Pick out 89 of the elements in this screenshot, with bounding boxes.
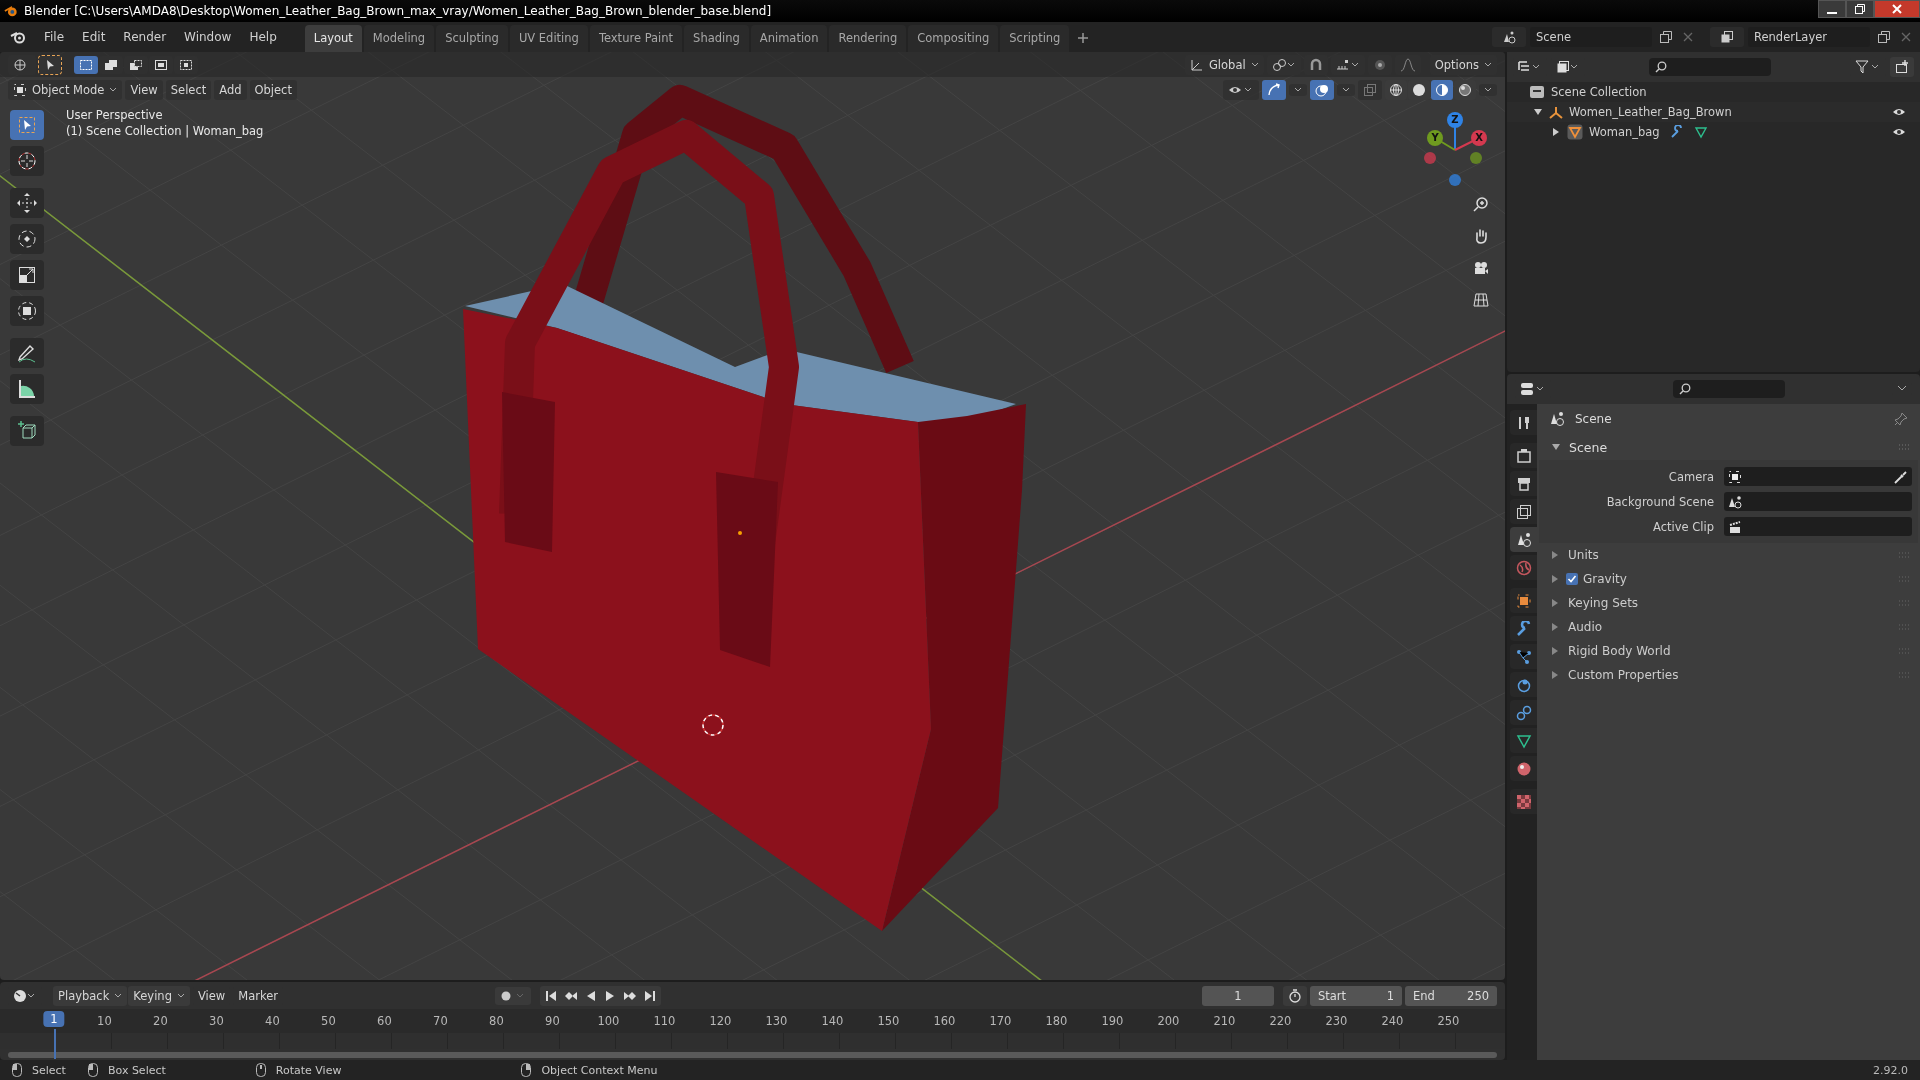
frame-number: 70: [433, 1014, 448, 1028]
field-label: Active Clip: [1652, 519, 1714, 534]
workspace-tab[interactable]: Texture Paint: [589, 25, 683, 52]
viewport-menu[interactable]: Select: [165, 79, 212, 100]
frame-number: 160: [933, 1014, 956, 1028]
frame-number: 180: [1045, 1014, 1068, 1028]
timeline-menu[interactable]: Keying: [128, 985, 190, 1006]
version-text: 2.92.0: [1873, 1063, 1908, 1077]
viewport-menu[interactable]: Object: [249, 79, 297, 100]
panel-title: Gravity: [1583, 572, 1627, 586]
frame-number: 150: [877, 1014, 900, 1028]
frame-number: 130: [765, 1014, 788, 1028]
workspace-tab[interactable]: Sculpting: [436, 25, 508, 52]
field-label: Background Scene: [1605, 494, 1714, 509]
window-title: Blender [C:\Users\AMDA8\Desktop\Women_Leather_Bag_Brown_max_vray/Women_Leather_Bag_Brown_blender_base.blend]: [24, 4, 772, 18]
playhead[interactable]: 1: [43, 1011, 65, 1027]
timeline-menu[interactable]: Playback: [53, 985, 128, 1006]
axis-label-dot[interactable]: Z: [1447, 112, 1463, 128]
frame-number: 30: [209, 1014, 224, 1028]
frame-number: 220: [1269, 1014, 1292, 1028]
collection-name[interactable]: Scene Collection: [1551, 85, 1647, 99]
frame-number: 20: [153, 1014, 168, 1028]
menu-item[interactable]: File: [36, 27, 73, 47]
workspace-tab[interactable]: Scripting: [1000, 25, 1070, 52]
workspace-tab[interactable]: Animation: [750, 25, 828, 52]
workspace-tab[interactable]: Shading: [684, 25, 749, 52]
frame-number: 190: [1101, 1014, 1124, 1028]
workspace-tab[interactable]: Compositing: [908, 25, 999, 52]
panel-title: Rigid Body World: [1568, 644, 1671, 658]
frame-number: 80: [489, 1014, 504, 1028]
view-layer-name-field[interactable]: RenderLayer: [1748, 27, 1870, 47]
panel-header[interactable]: Scene: [1539, 434, 1918, 460]
object-name[interactable]: Women_Leather_Bag_Brown: [1569, 105, 1732, 119]
frame-number: 230: [1325, 1014, 1348, 1028]
panel-title: Units: [1568, 548, 1599, 562]
field-label: End: [1413, 988, 1435, 1003]
field-label: Camera: [1667, 469, 1714, 484]
menu-item[interactable]: Edit: [74, 27, 114, 47]
collapsed-panel-header[interactable]: Rigid Body World: [1539, 639, 1918, 663]
menu-item[interactable]: Window: [176, 27, 240, 47]
menu-item[interactable]: Help: [241, 27, 285, 47]
frame-number: 120: [709, 1014, 732, 1028]
collapsed-panel-header[interactable]: Audio: [1539, 615, 1918, 639]
viewport-info-text: User Perspective: [66, 108, 164, 122]
viewport-info-text: (1) Scene Collection | Woman_bag: [66, 124, 264, 138]
frame-number: 170: [989, 1014, 1012, 1028]
shortcut-hint: Object Context Menu: [541, 1063, 658, 1077]
frame-number: 100: [597, 1014, 620, 1028]
frame-number: 50: [321, 1014, 336, 1028]
collapsed-panel-header[interactable]: Gravity: [1539, 567, 1918, 591]
current-frame-field[interactable]: 1: [1202, 985, 1274, 1006]
menu-item[interactable]: Render: [115, 27, 175, 47]
frame-number: 250: [1437, 1014, 1460, 1028]
workspace-tab[interactable]: UV Editing: [509, 25, 588, 52]
mode-dropdown[interactable]: Object Mode: [8, 79, 123, 100]
workspace-tab[interactable]: Modeling: [363, 25, 435, 52]
shortcut-hint: Rotate View: [275, 1063, 342, 1077]
field-label: Start: [1318, 988, 1347, 1003]
shortcut-hint: Box Select: [107, 1063, 166, 1077]
frame-number: 60: [377, 1014, 392, 1028]
context-title: Scene: [1575, 412, 1612, 426]
panel-title: Custom Properties: [1568, 668, 1679, 682]
collapsed-panel-header[interactable]: Units: [1539, 543, 1918, 567]
frame-number: 10: [97, 1014, 112, 1028]
start-frame-field[interactable]: Start 1: [1310, 985, 1402, 1006]
panel-title: Scene: [1569, 439, 1608, 455]
frame-number: 90: [545, 1014, 560, 1028]
workspace-tab[interactable]: Rendering: [829, 25, 907, 52]
panel-title: Audio: [1568, 620, 1603, 634]
viewport-menu[interactable]: View: [125, 79, 163, 100]
frame-number: 140: [821, 1014, 844, 1028]
field-value: 250: [1467, 988, 1489, 1003]
viewport-menu[interactable]: Add: [214, 79, 247, 100]
collapsed-panel-header[interactable]: Keying Sets: [1539, 591, 1918, 615]
field-value: 1: [1386, 988, 1394, 1003]
frame-number: 210: [1213, 1014, 1236, 1028]
frame-number: 110: [653, 1014, 676, 1028]
shortcut-hint: Select: [32, 1063, 66, 1077]
scene-name-field[interactable]: Scene: [1530, 27, 1652, 47]
workspace-tab[interactable]: Layout: [304, 25, 362, 52]
frame-number: 200: [1157, 1014, 1180, 1028]
panel-title: Keying Sets: [1568, 596, 1639, 610]
collapsed-panel-header[interactable]: Custom Properties: [1539, 663, 1918, 687]
end-frame-field[interactable]: End 250: [1405, 985, 1497, 1006]
frame-number: 240: [1381, 1014, 1404, 1028]
axis-label-dot[interactable]: Y: [1427, 130, 1443, 146]
frame-number: 40: [265, 1014, 280, 1028]
axis-label-dot[interactable]: X: [1471, 130, 1487, 146]
object-name[interactable]: Woman_bag: [1589, 125, 1660, 139]
